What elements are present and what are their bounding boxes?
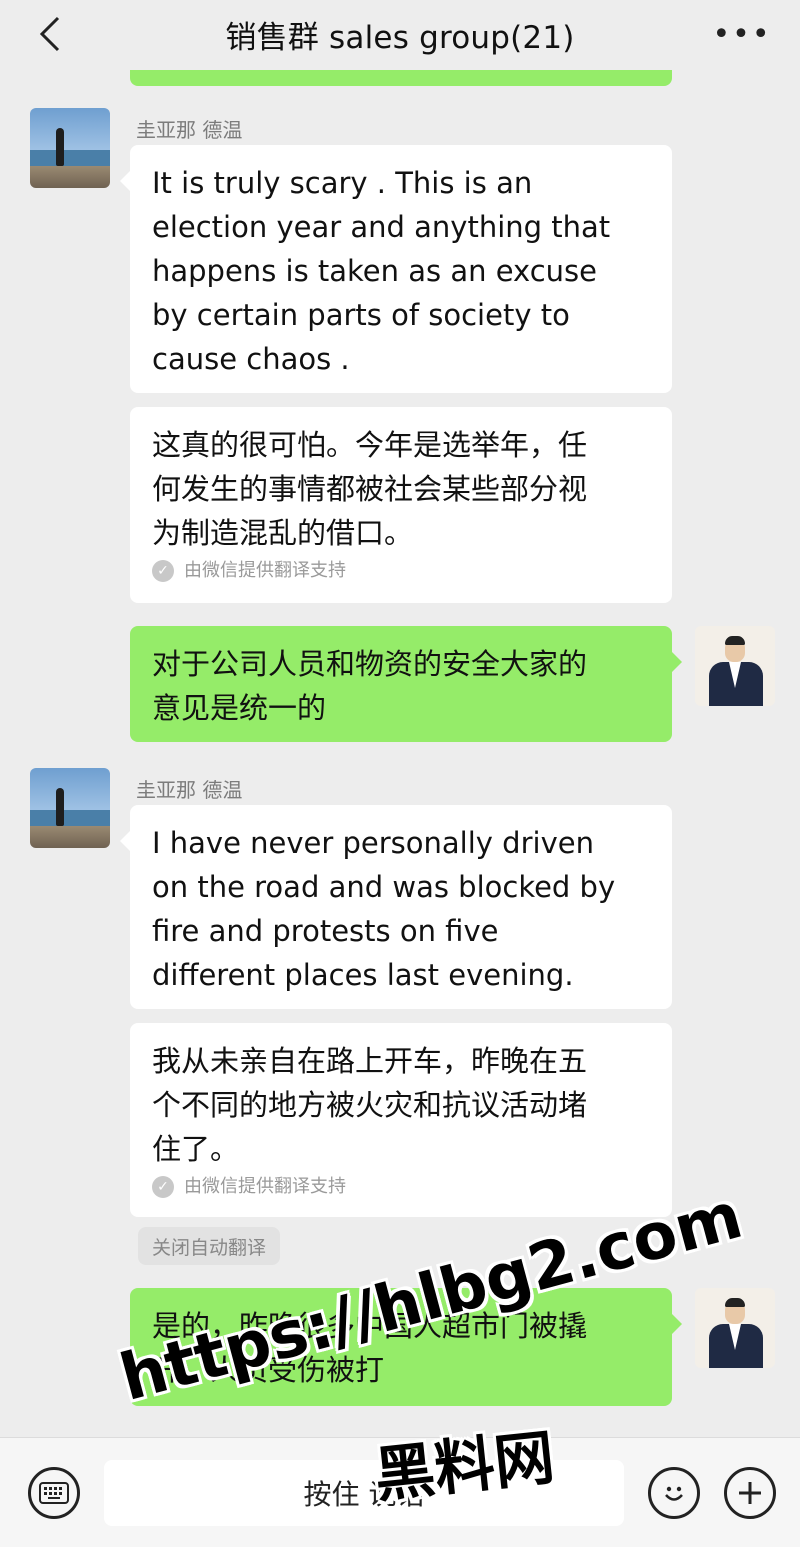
keyboard-icon <box>39 1482 69 1504</box>
translation-text: 这真的很可怕。今年是选举年，任 何发生的事情都被社会某些部分视 为制造混乱的借口… <box>152 428 588 550</box>
message-bubble[interactable]: It is truly scary . This is an election … <box>120 145 672 393</box>
translation-text: 我从未亲自在路上开车，昨晚在五 个不同的地方被火灾和抗议活动堵 住了。 <box>152 1044 588 1166</box>
disable-auto-translate-chip[interactable]: 关闭自动翻译 <box>138 1227 281 1265</box>
plus-icon <box>739 1482 761 1504</box>
emoji-icon <box>665 1486 683 1501</box>
sender-name: 圭亚那 德温 <box>136 118 243 142</box>
message-text: It is truly scary . This is an election … <box>152 166 611 376</box>
more-button[interactable]: ••• <box>712 16 769 52</box>
keyboard-button[interactable] <box>28 1467 80 1519</box>
beach-avatar[interactable] <box>30 108 110 188</box>
message-text: I have never personally driven on the ro… <box>152 826 616 992</box>
message-text: 对于公司人员和物资的安全大家的 意见是统一的 <box>152 647 588 725</box>
translation-bubble[interactable]: 我从未亲自在路上开车，昨晚在五 个不同的地方被火灾和抗议活动堵 住了。 ✓ 由微… <box>130 1023 672 1217</box>
chevron-left-icon <box>39 16 60 52</box>
emoji-button[interactable] <box>648 1467 700 1519</box>
translation-note: ✓ 由微信提供翻译支持 <box>152 1175 650 1199</box>
back-button[interactable] <box>30 14 70 54</box>
man-avatar[interactable] <box>695 626 775 706</box>
previous-message-bubble <box>130 70 672 86</box>
plus-button[interactable] <box>724 1467 776 1519</box>
translation-note-label: 由微信提供翻译支持 <box>184 560 346 581</box>
chat-title: 销售群 sales group(21) <box>225 19 575 56</box>
message-bubble[interactable]: I have never personally driven on the ro… <box>120 805 672 1009</box>
sender-name: 圭亚那 德温 <box>136 778 243 802</box>
translation-note: ✓ 由微信提供翻译支持 <box>152 559 650 583</box>
check-icon: ✓ <box>152 1176 174 1198</box>
translation-bubble[interactable]: 这真的很可怕。今年是选举年，任 何发生的事情都被社会某些部分视 为制造混乱的借口… <box>130 407 672 603</box>
man-avatar[interactable] <box>695 1288 775 1368</box>
beach-avatar[interactable] <box>30 768 110 848</box>
check-icon: ✓ <box>152 560 174 582</box>
translation-note-label: 由微信提供翻译支持 <box>184 1176 346 1197</box>
chat-header: 销售群 sales group(21) ••• <box>0 0 800 68</box>
message-bubble[interactable]: 对于公司人员和物资的安全大家的 意见是统一的 <box>130 626 682 742</box>
